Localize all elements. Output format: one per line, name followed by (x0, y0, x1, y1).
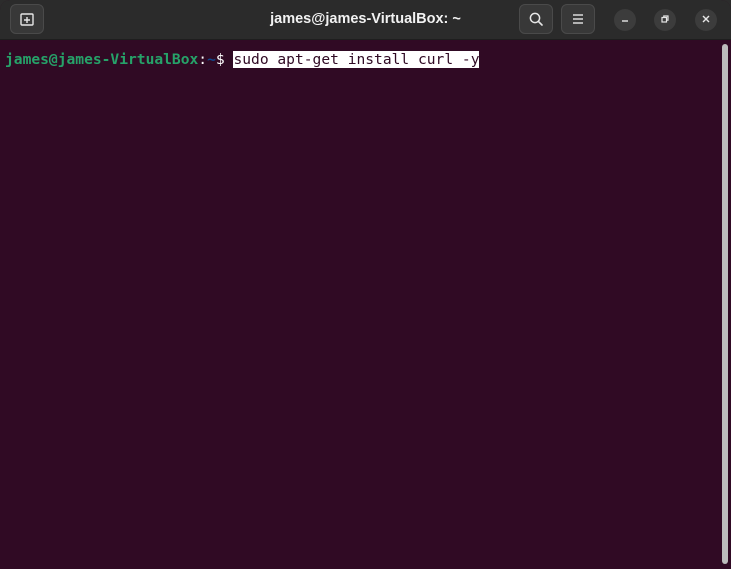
prompt-colon: : (198, 51, 208, 68)
close-icon (701, 11, 711, 29)
restore-button[interactable] (654, 9, 676, 31)
title-bar[interactable]: james@james-VirtualBox: ~ (0, 0, 731, 40)
command-line: james@james-VirtualBox:~$ sudo apt-get i… (5, 50, 480, 70)
selected-command-text[interactable]: sudo apt-get install curl -y (233, 51, 480, 68)
new-tab-button[interactable] (10, 4, 44, 34)
vertical-scrollbar[interactable] (722, 44, 728, 564)
prompt-dollar-sign: $ (215, 51, 234, 68)
terminal-output-area[interactable]: james@james-VirtualBox:~$ sudo apt-get i… (0, 40, 731, 569)
search-button[interactable] (519, 4, 553, 34)
menu-button[interactable] (561, 4, 595, 34)
hamburger-menu-icon (571, 13, 585, 25)
prompt-user-host: james@james-VirtualBox (5, 51, 199, 68)
restore-icon (660, 11, 670, 29)
prompt-path: ~ (207, 51, 216, 68)
minimize-button[interactable] (614, 9, 636, 31)
terminal-window: james@james-VirtualBox: ~ james@james-Vi… (0, 0, 731, 569)
close-button[interactable] (695, 9, 717, 31)
search-icon (528, 11, 544, 27)
minimize-icon (620, 11, 630, 29)
new-tab-icon (19, 11, 35, 27)
